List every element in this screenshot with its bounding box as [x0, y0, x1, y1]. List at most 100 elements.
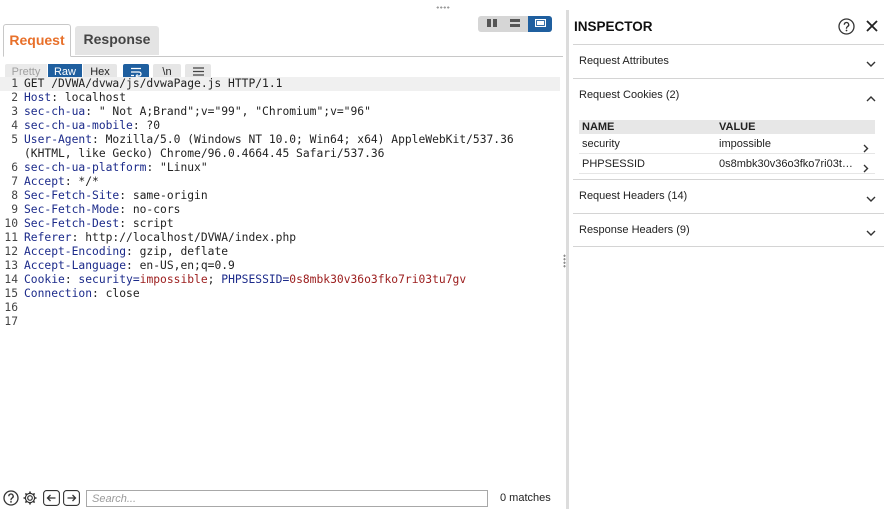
line-text: GET /DVWA/dvwa/js/dvwaPage.js HTTP/1.1	[24, 77, 283, 90]
line-number: 4	[11, 119, 18, 132]
table-row[interactable]: PHPSESSID 0s8mbk30v36o3fko7ri03tu7gv	[579, 154, 875, 174]
help-icon[interactable]	[3, 490, 19, 509]
line-number: 13	[4, 259, 18, 272]
editor-line[interactable]: 2 Host: localhost	[0, 91, 560, 105]
line-text: Connection: close	[24, 287, 140, 300]
line-number: 12	[4, 245, 18, 258]
line-number: 2	[11, 91, 18, 104]
section-label: Response Headers (9)	[579, 224, 690, 236]
editor-line[interactable]: 6 sec-ch-ua-platform: "Linux"	[0, 161, 560, 175]
line-text: Sec-Fetch-Mode: no-cors	[24, 203, 181, 216]
line-number: 16	[4, 301, 18, 314]
line-text: Sec-Fetch-Dest: script	[24, 217, 174, 230]
cookie-name: security	[582, 138, 620, 150]
chevron-down-icon	[866, 226, 876, 240]
tab-request[interactable]: Request	[3, 24, 71, 57]
arrow-left-icon[interactable]	[43, 490, 60, 509]
editor-line[interactable]: (KHTML, like Gecko) Chrome/96.0.4664.45 …	[0, 147, 560, 161]
line-text: Accept-Language: en-US,en;q=0.9	[24, 259, 235, 272]
layout-split-button[interactable]	[480, 16, 504, 32]
section-request-attributes[interactable]: Request Attributes	[573, 44, 884, 78]
line-number: 1	[11, 77, 18, 90]
editor-line[interactable]: 1 GET /DVWA/dvwa/js/dvwaPage.js HTTP/1.1	[0, 77, 560, 91]
cookie-value: impossible	[719, 138, 771, 150]
editor-line[interactable]: 8 Sec-Fetch-Site: same-origin	[0, 189, 560, 203]
menu-icon	[192, 67, 204, 76]
editor-line[interactable]: 4 sec-ch-ua-mobile: ?0	[0, 119, 560, 133]
column-name: NAME	[582, 121, 615, 133]
inspector-panel: INSPECTOR Request Attributes Request Coo…	[569, 10, 884, 509]
line-number: 8	[11, 189, 18, 202]
line-text: Referer: http://localhost/DVWA/index.php	[24, 231, 297, 244]
editor-line[interactable]: 16	[0, 301, 560, 315]
editor-line[interactable]: 7 Accept: */*	[0, 175, 560, 189]
section-request-headers[interactable]: Request Headers (14)	[573, 179, 884, 213]
editor-line[interactable]: 12 Accept-Encoding: gzip, deflate	[0, 245, 560, 259]
tab-response[interactable]: Response	[75, 26, 159, 55]
help-icon[interactable]	[838, 18, 855, 38]
editor-line[interactable]: 9 Sec-Fetch-Mode: no-cors	[0, 203, 560, 217]
search-input[interactable]	[86, 490, 488, 507]
line-text: sec-ch-ua: " Not A;Brand";v="99", "Chrom…	[24, 105, 371, 118]
editor-line[interactable]: 5 User-Agent: Mozilla/5.0 (Windows NT 10.…	[0, 133, 560, 147]
search-bar: 0 matches	[0, 489, 566, 509]
column-value: VALUE	[719, 121, 756, 133]
line-text: User-Agent: Mozilla/5.0 (Windows NT 10.0…	[24, 133, 514, 146]
editor-line[interactable]: 10 Sec-Fetch-Dest: script	[0, 217, 560, 231]
divider-grip[interactable]	[563, 254, 566, 268]
gear-icon[interactable]	[22, 490, 38, 509]
line-number: 3	[11, 105, 18, 118]
section-label: Request Headers (14)	[579, 190, 688, 202]
layout-stack-button[interactable]	[503, 16, 527, 32]
line-number: 5	[11, 133, 18, 146]
arrow-right-icon[interactable]	[63, 490, 80, 509]
line-text: Host: localhost	[24, 91, 127, 104]
line-number: 10	[4, 217, 18, 230]
line-text: Sec-Fetch-Site: same-origin	[24, 189, 208, 202]
line-text: Accept: */*	[24, 175, 99, 188]
line-number: 9	[11, 203, 18, 216]
editor-line[interactable]: 15 Connection: close	[0, 287, 560, 301]
layout-stack-icon	[510, 19, 520, 27]
editor-line[interactable]: 11 Referer: http://localhost/DVWA/index.p…	[0, 231, 560, 245]
editor-line[interactable]: 3 sec-ch-ua: " Not A;Brand";v="99", "Chro…	[0, 105, 560, 119]
layout-toggle-group	[478, 16, 552, 32]
line-number: 15	[4, 287, 18, 300]
search-match-count: 0 matches	[500, 492, 551, 504]
close-icon[interactable]	[865, 19, 879, 36]
table-row[interactable]: security impossible	[579, 134, 875, 154]
chevron-up-icon	[866, 91, 876, 105]
editor-line[interactable]: 14 Cookie: security=impossible; PHPSESSID…	[0, 273, 560, 287]
section-label: Request Attributes	[579, 55, 669, 67]
layout-single-icon	[534, 19, 546, 27]
line-text: sec-ch-ua-mobile: ?0	[24, 119, 161, 132]
line-number: 6	[11, 161, 18, 174]
inspector-title: INSPECTOR	[574, 19, 653, 34]
editor-line[interactable]: 17	[0, 315, 560, 329]
chevron-down-icon	[866, 192, 876, 206]
cookie-table: NAME VALUE security impossible PHPSESSID…	[579, 120, 875, 174]
chevron-right-icon[interactable]	[863, 160, 869, 180]
editor-line[interactable]: 13 Accept-Language: en-US,en;q=0.9	[0, 259, 560, 273]
wrap-icon	[131, 67, 142, 77]
line-number: 17	[4, 315, 18, 328]
layout-split-icon	[487, 19, 497, 27]
line-text: sec-ch-ua-platform: "Linux"	[24, 161, 208, 174]
top-drag-handle[interactable]	[436, 6, 450, 9]
request-editor[interactable]: 1 GET /DVWA/dvwa/js/dvwaPage.js HTTP/1.1 2…	[0, 77, 560, 487]
line-number: 11	[4, 231, 18, 244]
section-response-headers[interactable]: Response Headers (9)	[573, 213, 884, 247]
line-text: Cookie: security=impossible; PHPSESSID=0…	[24, 273, 467, 286]
cookie-value: 0s8mbk30v36o3fko7ri03tu7gv	[719, 158, 853, 170]
line-text: (KHTML, like Gecko) Chrome/96.0.4664.45 …	[24, 147, 385, 160]
chevron-down-icon	[866, 57, 876, 71]
line-text: Accept-Encoding: gzip, deflate	[24, 245, 229, 258]
section-divider	[573, 246, 884, 247]
table-header: NAME VALUE	[579, 120, 875, 134]
line-number: 14	[4, 273, 18, 286]
request-pane: Request Response Pretty Raw Hex \n 1 GET …	[0, 10, 566, 509]
layout-single-button[interactable]	[528, 16, 552, 32]
section-label: Request Cookies (2)	[579, 89, 680, 101]
line-number: 7	[11, 175, 18, 188]
cookie-name: PHPSESSID	[582, 158, 645, 170]
